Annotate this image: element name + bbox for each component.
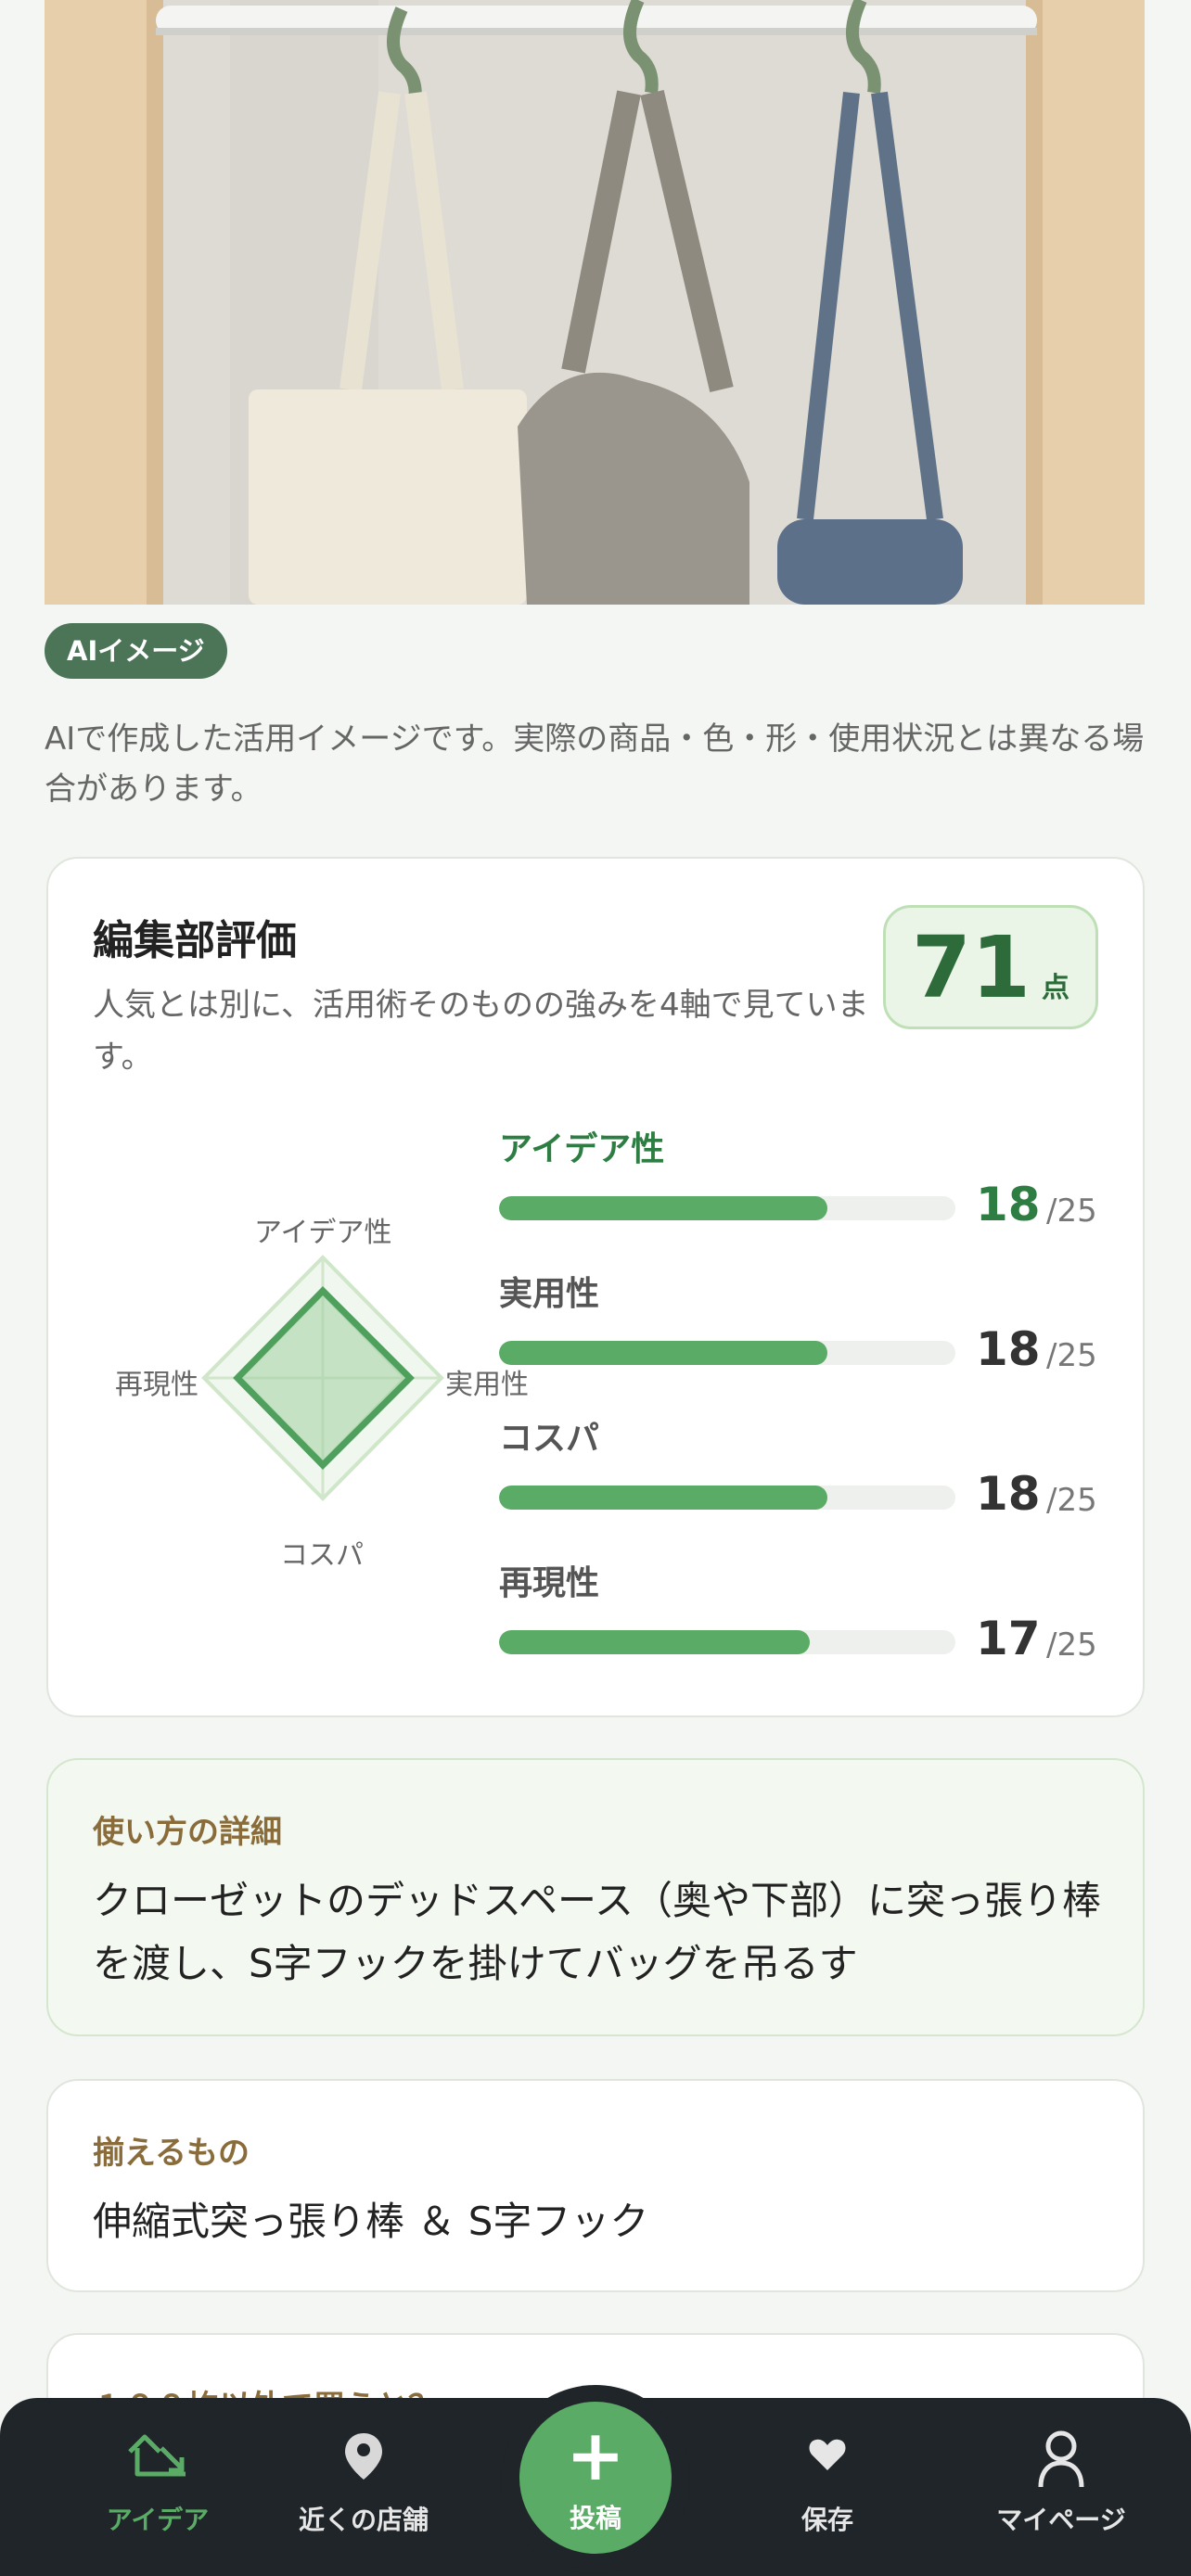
evaluation-description: 人気とは別に、活用術そのものの強みを4軸で見ています。 xyxy=(93,987,869,1076)
evaluation-title: 編集部評価 xyxy=(93,917,297,964)
axis-bar-fill xyxy=(499,1486,828,1510)
tab-ideas[interactable]: アイデア xyxy=(39,2398,276,2576)
axis-score: 18 xyxy=(976,1322,1041,1376)
axis-max: /25 xyxy=(1046,1482,1097,1519)
user-icon xyxy=(942,2429,1180,2489)
axis-bar-fill xyxy=(499,1630,810,1654)
post-button-label: 投稿 xyxy=(569,2503,621,2533)
axis-bar-track xyxy=(499,1630,955,1654)
items-label: 揃えるもの xyxy=(93,2135,250,2172)
usage-details-card: 使い方の詳細 クローゼットのデッドスペース（奥や下部）に突っ張り棒を渡し、S字フ… xyxy=(46,1758,1145,2036)
radar-chart: アイデア性 実用性 コスパ 再現性 xyxy=(67,1202,529,1591)
score-unit: 点 xyxy=(1042,972,1070,1004)
usage-label: 使い方の詳細 xyxy=(93,1814,282,1851)
axis-score: 18 xyxy=(976,1467,1041,1521)
ai-disclaimer-text: AIで作成した活用イメージです。実際の商品・色・形・使用状況とは異なる場合があり… xyxy=(45,721,1145,808)
axis-score: 18 xyxy=(976,1178,1041,1231)
axis-row-cost: コスパ 18 /25 xyxy=(499,1411,1102,1541)
plus-icon: + xyxy=(566,2414,625,2496)
tab-nearby-stores[interactable]: 近くの店舗 xyxy=(245,2398,482,2576)
axis-name: 実用性 xyxy=(499,1275,600,1313)
tab-ideas-label: アイデア xyxy=(106,2505,210,2535)
editorial-evaluation-card: 編集部評価 人気とは別に、活用術そのものの強みを4軸で見ています。 71 点 ア… xyxy=(46,857,1145,1717)
axis-row-practical: 実用性 18 /25 xyxy=(499,1267,1102,1396)
axis-max: /25 xyxy=(1046,1192,1097,1230)
axis-bar-fill xyxy=(499,1196,828,1220)
axis-max: /25 xyxy=(1046,1626,1097,1664)
axis-row-idea: アイデア性 18 /25 xyxy=(499,1122,1102,1252)
post-button[interactable]: + 投稿 xyxy=(519,2402,672,2554)
axis-score: 17 xyxy=(976,1612,1041,1665)
required-items-card: 揃えるもの 伸縮式突っ張り棒 ＆ S字フック xyxy=(46,2079,1145,2292)
axis-bar-track xyxy=(499,1341,955,1365)
tab-stores-label: 近くの店舗 xyxy=(298,2505,429,2535)
hero-image xyxy=(45,0,1145,605)
axis-row-reproducibility: 再現性 17 /25 xyxy=(499,1556,1102,1686)
ai-image-badge: AIイメージ xyxy=(45,623,227,679)
ideas-icon xyxy=(39,2429,276,2489)
axis-name: コスパ xyxy=(499,1420,600,1458)
radar-label-cost: コスパ xyxy=(280,1539,364,1572)
map-pin-icon xyxy=(245,2429,482,2489)
tab-mypage-label: マイページ xyxy=(996,2505,1126,2535)
heart-icon xyxy=(709,2429,946,2489)
axis-name: アイデア性 xyxy=(499,1130,665,1168)
usage-text: クローゼットのデッドスペース（奥や下部）に突っ張り棒を渡し、S字フックを掛けてバ… xyxy=(93,1878,1101,1986)
tab-my-page[interactable]: マイページ xyxy=(942,2398,1180,2576)
axis-max: /25 xyxy=(1046,1337,1097,1374)
closet-illustration xyxy=(45,0,1145,605)
axis-bar-fill xyxy=(499,1341,828,1365)
tab-saved-label: 保存 xyxy=(800,2505,853,2535)
radar-label-reproducibility: 再現性 xyxy=(115,1369,198,1401)
radar-label-idea: アイデア性 xyxy=(254,1217,392,1249)
total-score-badge: 71 点 xyxy=(883,905,1098,1029)
items-text: 伸縮式突っ張り棒 ＆ S字フック xyxy=(93,2199,649,2244)
axis-bar-track xyxy=(499,1196,955,1220)
axis-bar-track xyxy=(499,1486,955,1510)
tab-saved[interactable]: 保存 xyxy=(709,2398,946,2576)
axis-name: 再現性 xyxy=(499,1564,600,1602)
total-score: 71 xyxy=(911,918,1031,1017)
